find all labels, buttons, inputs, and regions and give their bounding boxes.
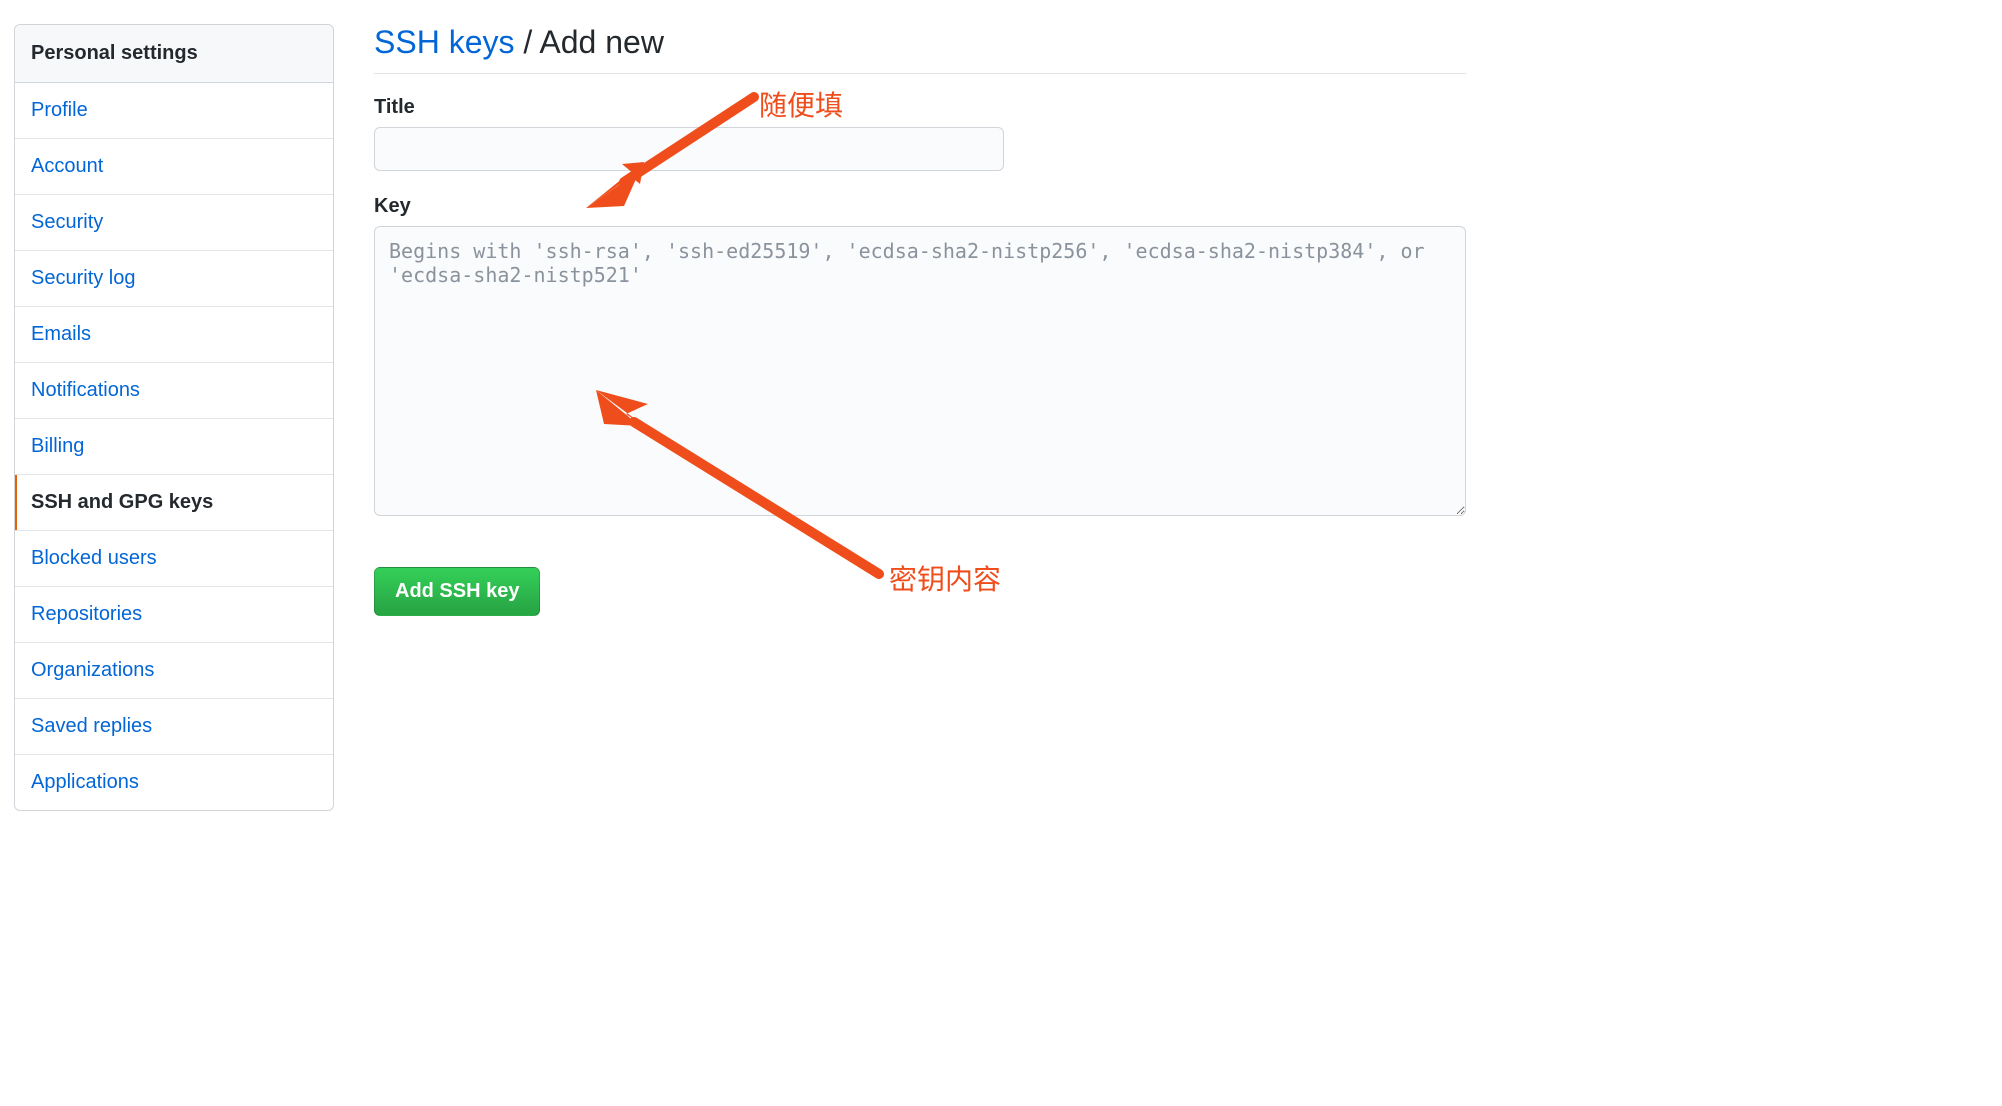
key-label: Key	[374, 195, 1466, 218]
sidebar-item-applications[interactable]: Applications	[15, 755, 333, 810]
sidebar-item-label: Profile	[31, 99, 88, 121]
sidebar-item-label: Security log	[31, 267, 136, 289]
annotation-key-hint: 密钥内容	[889, 558, 1001, 598]
sidebar-item-saved-replies[interactable]: Saved replies	[15, 699, 333, 755]
sidebar-item-label: Repositories	[31, 603, 142, 625]
sidebar-item-blocked-users[interactable]: Blocked users	[15, 531, 333, 587]
sidebar-item-billing[interactable]: Billing	[15, 419, 333, 475]
sidebar-item-label: Account	[31, 155, 103, 177]
settings-sidebar: Personal settings Profile Account Securi…	[14, 24, 334, 811]
sidebar-item-organizations[interactable]: Organizations	[15, 643, 333, 699]
form-group-key: Key	[374, 195, 1466, 519]
sidebar-item-security[interactable]: Security	[15, 195, 333, 251]
breadcrumb-sep: /	[514, 24, 539, 60]
title-input[interactable]	[374, 127, 1004, 171]
sidebar-item-label: Security	[31, 211, 103, 233]
sidebar-item-repositories[interactable]: Repositories	[15, 587, 333, 643]
sidebar-item-label: Notifications	[31, 379, 140, 401]
sidebar-item-label: Saved replies	[31, 715, 152, 737]
sidebar-item-emails[interactable]: Emails	[15, 307, 333, 363]
add-ssh-key-button[interactable]: Add SSH key	[374, 567, 540, 616]
title-label: Title	[374, 96, 1466, 119]
sidebar-item-security-log[interactable]: Security log	[15, 251, 333, 307]
sidebar-item-account[interactable]: Account	[15, 139, 333, 195]
page-title: SSH keys / Add new	[374, 24, 1466, 74]
breadcrumb-current: Add new	[539, 24, 664, 60]
form-group-title: Title	[374, 96, 1466, 171]
sidebar-item-label: Applications	[31, 771, 139, 793]
main-content: SSH keys / Add new Title Key Add SSH key…	[374, 24, 1466, 616]
sidebar-item-label: Organizations	[31, 659, 154, 681]
sidebar-item-label: Billing	[31, 435, 84, 457]
sidebar-header: Personal settings	[15, 25, 333, 83]
sidebar-item-label: SSH and GPG keys	[31, 491, 213, 513]
sidebar-item-ssh-gpg-keys[interactable]: SSH and GPG keys	[15, 475, 333, 531]
sidebar-item-label: Blocked users	[31, 547, 157, 569]
sidebar-item-notifications[interactable]: Notifications	[15, 363, 333, 419]
breadcrumb-link-ssh-keys[interactable]: SSH keys	[374, 24, 514, 60]
sidebar-item-profile[interactable]: Profile	[15, 83, 333, 139]
sidebar-item-label: Emails	[31, 323, 91, 345]
key-textarea[interactable]	[374, 226, 1466, 516]
